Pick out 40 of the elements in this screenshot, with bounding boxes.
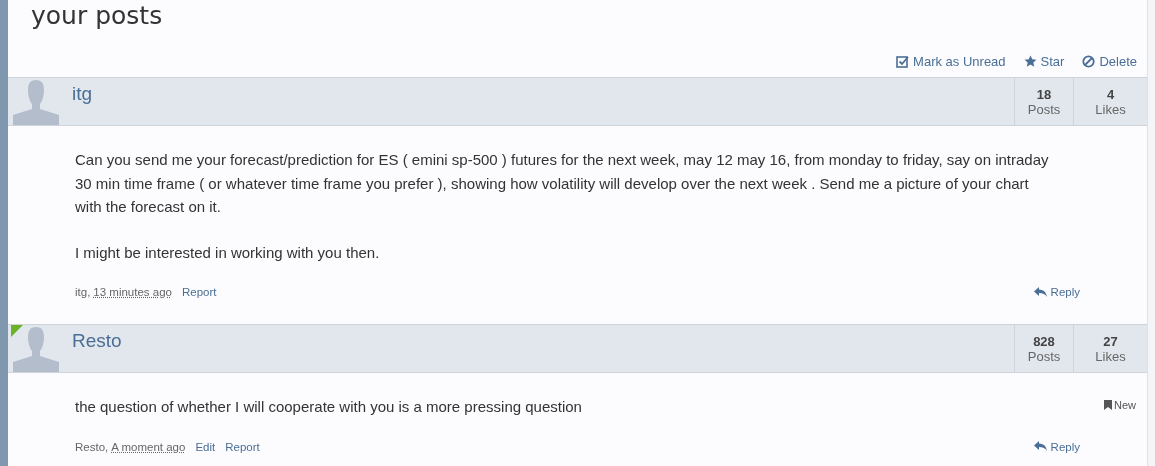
new-label: New — [1114, 399, 1136, 411]
reply-link[interactable]: Reply — [1033, 286, 1080, 298]
action-link[interactable]: Delete — [1082, 49, 1137, 73]
post-text: Can you send me your forecast/prediction for ES ( emini sp-500 ) futures for the next week, may 12 may 16, from monday to friday, say on intraday 30 min time frame ( or whatever time frame you prefer ), showing how volatility will develop over the next week . Send me a picture of your chart with the forecast on it. — [75, 150, 1050, 217]
checkbox-icon — [896, 54, 910, 68]
posts-label: Posts — [1027, 101, 1061, 117]
post-time: A moment ago — [111, 440, 186, 453]
star-icon — [1023, 54, 1037, 68]
reply-icon — [1033, 441, 1047, 452]
author-name[interactable]: itg — [72, 78, 1014, 125]
avatar-icon — [10, 78, 62, 125]
author-byline: itg, — [75, 286, 91, 298]
post-link[interactable]: Report — [225, 440, 260, 453]
like-count: 27 — [1103, 333, 1118, 349]
reply-link[interactable]: Reply — [1033, 440, 1080, 453]
reply-label: Reply — [1050, 286, 1080, 298]
posts-label: Posts — [1027, 348, 1061, 364]
action-link[interactable]: Mark as Unread — [896, 49, 1006, 73]
post-count: 18 — [1036, 86, 1052, 102]
likes-label: Likes — [1095, 101, 1126, 117]
action-link[interactable]: Star — [1023, 49, 1065, 73]
author-byline: Resto, — [75, 440, 109, 453]
prohibited-icon — [1082, 54, 1096, 68]
reply-icon — [1033, 286, 1047, 298]
author-name[interactable]: Resto — [72, 325, 1014, 372]
post-link[interactable]: Report — [182, 286, 217, 298]
likes-label: Likes — [1095, 348, 1126, 364]
action-label: Delete — [1099, 53, 1137, 69]
post-text: I might be interested in working with you then. — [75, 242, 381, 263]
avatar-icon — [10, 325, 62, 372]
post-link[interactable]: Edit — [195, 440, 216, 453]
post-text: the question of whether I will cooperate with you is a more pressing question — [75, 397, 583, 417]
post-count: 828 — [1033, 333, 1055, 349]
like-count: 4 — [1106, 86, 1115, 102]
page-title: your posts — [30, 0, 164, 32]
action-label: Star — [1040, 53, 1065, 69]
post-time: 13 minutes ago — [93, 286, 172, 298]
bookmark-icon — [1104, 400, 1112, 410]
action-label: Mark as Unread — [913, 53, 1006, 69]
reply-label: Reply — [1050, 440, 1080, 453]
